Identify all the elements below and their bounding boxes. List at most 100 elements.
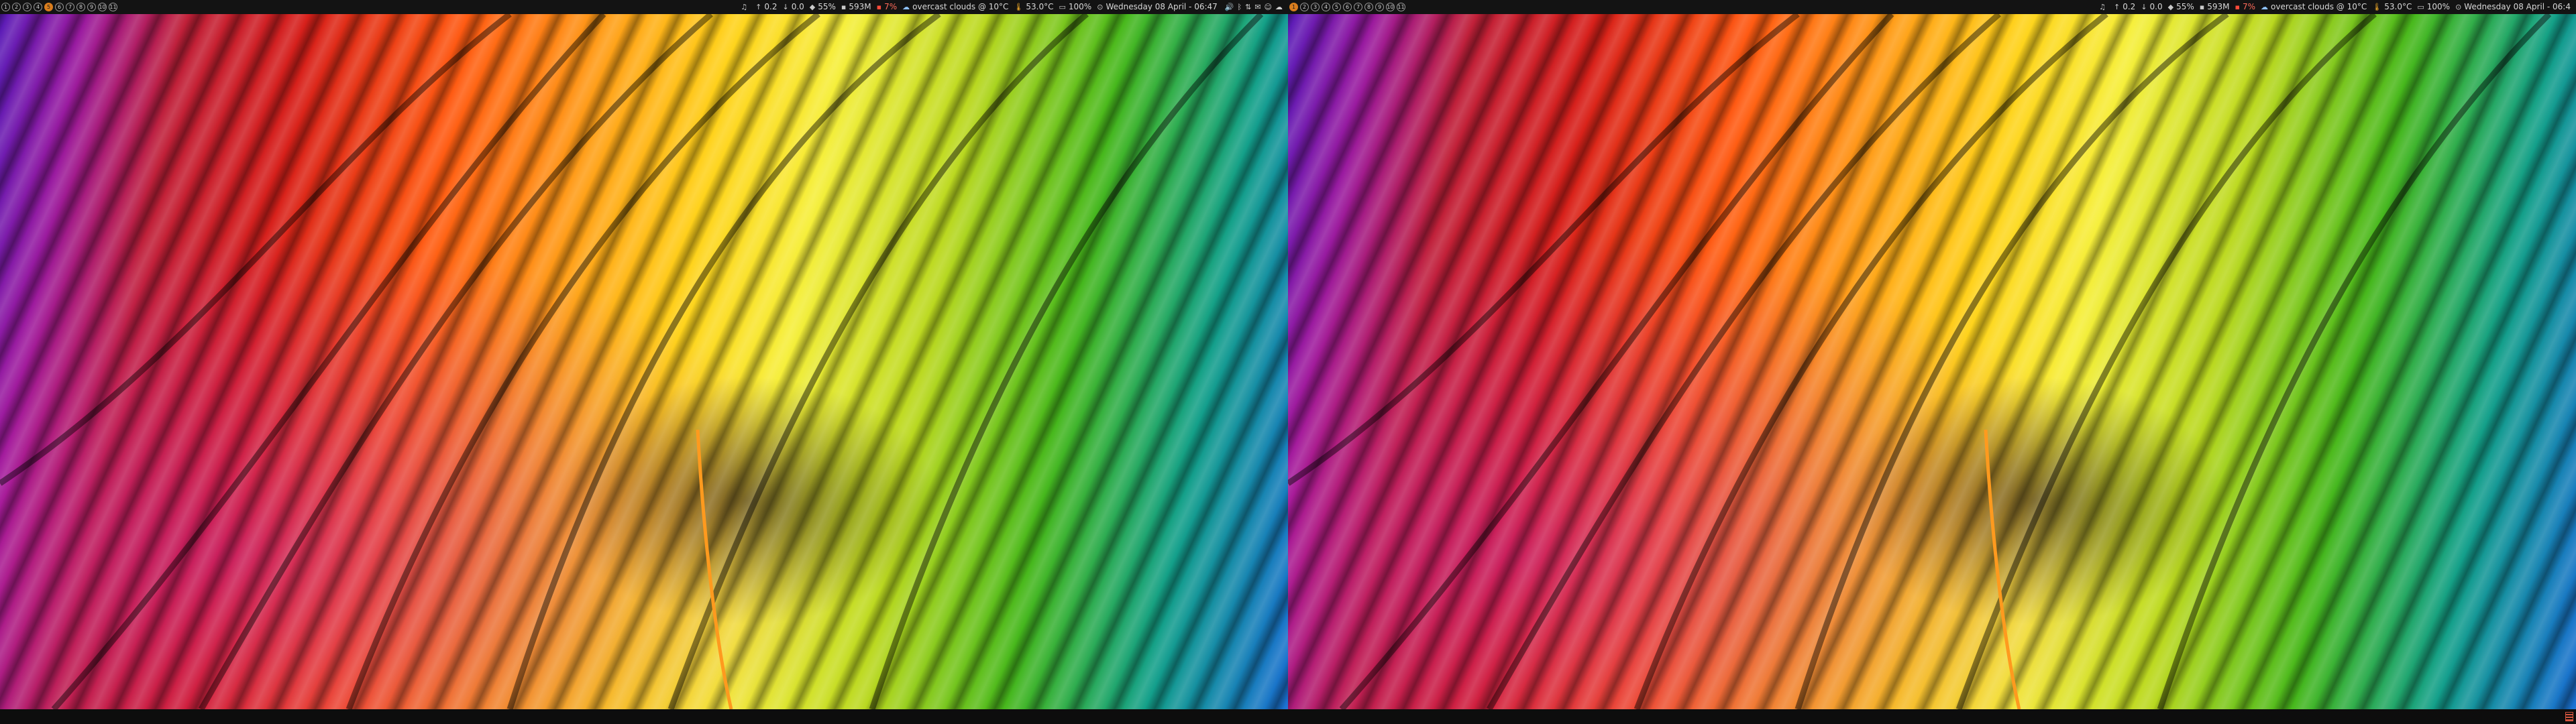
wallpaper-curves (1288, 14, 2552, 709)
status-modules: ♫ ↑ 0.2 ↓ 0.0 ◆ 55% ▪ 593M ▪ 7% ☁ overca… (2094, 0, 2571, 14)
clock-value: Wednesday 08 April - 06:47 (1106, 2, 1218, 11)
cpu-icon: ◆ (809, 3, 816, 11)
workspace-button[interactable]: 2 (12, 3, 21, 11)
volume-icon[interactable]: 🔊 (1225, 0, 1234, 14)
arrow-down-icon: ↓ (782, 3, 789, 11)
status-modules: ♫ ↑ 0.2 ↓ 0.0 ◆ 55% ▪ 593M ▪ 7% ☁ overca… (735, 0, 1283, 14)
temperature-module: 🌡 53.0°C (2372, 0, 2412, 14)
workspace-button[interactable]: 4 (34, 3, 42, 11)
workspace-button[interactable]: 5 (1332, 3, 1341, 11)
music-note-icon: ♫ (2099, 3, 2106, 11)
memory-value: 593M (849, 2, 871, 11)
bottom-taskbar (1288, 709, 2576, 724)
brightness-value: 100% (1068, 2, 1092, 11)
workspace-button[interactable]: 6 (1343, 3, 1352, 11)
workspace-button[interactable]: 9 (87, 3, 96, 11)
weather-value: overcast clouds @ 10°C (2271, 2, 2367, 11)
workspace-button[interactable]: 3 (23, 3, 32, 11)
weather-value: overcast clouds @ 10°C (912, 2, 1009, 11)
music-module[interactable]: ♫ (2099, 0, 2108, 14)
swap-module: ▪ 7% (2235, 0, 2256, 14)
music-note-icon: ♫ (741, 3, 748, 11)
workspace-button[interactable]: 8 (76, 3, 85, 11)
cloud-icon: ☁ (902, 3, 910, 11)
arrow-down-icon: ↓ (2141, 3, 2147, 11)
bottom-taskbar (0, 709, 1288, 724)
top-status-bar: 1 2 3 4 5 6 7 8 9 10 11 ♫ ↑ 0.2 ↓ 0.0 ◆ … (0, 0, 1288, 14)
monitor-right: 1 2 3 4 5 6 7 8 9 10 11 ♫ ↑ 0.2 ↓ 0.0 ◆ … (1288, 0, 2576, 724)
cpu-icon: ◆ (2167, 3, 2174, 11)
brightness-module[interactable]: ▭ 100% (1059, 0, 1092, 14)
cpu-load-value: 55% (2176, 2, 2194, 11)
temperature-value: 53.0°C (1026, 2, 1054, 11)
workspace-button[interactable]: 11 (109, 3, 117, 11)
workspace-button[interactable]: 8 (1364, 3, 1373, 11)
workspace-switcher: 1 2 3 4 5 6 7 8 9 10 11 (1, 0, 119, 14)
workspace-button[interactable]: 10 (1386, 3, 1395, 11)
chat-icon[interactable]: ☺ (1265, 0, 1272, 14)
workspace-switcher: 1 2 3 4 5 6 7 8 9 10 11 (1289, 0, 1407, 14)
workspace-button-active[interactable]: 1 (1289, 3, 1298, 11)
cpu-down-value: 0.0 (2149, 2, 2163, 11)
swap-value: 7% (884, 2, 898, 11)
swap-value: 7% (2242, 2, 2256, 11)
cpu-down-module: ↓ 0.0 (2141, 0, 2162, 14)
cpu-up-module: ↑ 0.2 (2114, 0, 2135, 14)
workspace-button[interactable]: 9 (1375, 3, 1384, 11)
brightness-value: 100% (2426, 2, 2451, 11)
clock-icon: ⊙ (2455, 3, 2462, 11)
weather-module[interactable]: ☁ overcast clouds @ 10°C (902, 0, 1008, 14)
workspace-button[interactable]: 6 (55, 3, 64, 11)
cpu-load-module: ◆ 55% (2168, 0, 2194, 14)
thermometer-icon: 🌡 (2372, 3, 2382, 11)
network-icon[interactable]: ⇅ (1245, 0, 1251, 14)
cloud-icon[interactable]: ☁ (1275, 0, 1283, 14)
monitor-left: 1 2 3 4 5 6 7 8 9 10 11 ♫ ↑ 0.2 ↓ 0.0 ◆ … (0, 0, 1288, 724)
clock-module[interactable]: ⊙ Wednesday 08 April - 06:4 (2455, 0, 2571, 14)
workspace-button[interactable]: 2 (1300, 3, 1309, 11)
cpu-down-value: 0.0 (791, 2, 804, 11)
workspace-button-active[interactable]: 5 (44, 3, 53, 11)
workspace-button[interactable]: 7 (1354, 3, 1362, 11)
system-tray: 🔊 ᛒ ⇅ ✉ ☺ ☁ (1222, 0, 1283, 14)
music-module[interactable]: ♫ (741, 0, 750, 14)
workspace-button[interactable]: 4 (1322, 3, 1330, 11)
cpu-up-module: ↑ 0.2 (755, 0, 777, 14)
weather-module[interactable]: ☁ overcast clouds @ 10°C (2261, 0, 2367, 14)
memory-icon: ▪ (841, 3, 847, 11)
swap-icon: ▪ (2235, 3, 2240, 11)
workspace-button[interactable]: 1 (1, 3, 10, 11)
arrow-up-icon: ↑ (755, 3, 762, 11)
wallpaper-curves (0, 14, 1264, 709)
top-status-bar: 1 2 3 4 5 6 7 8 9 10 11 ♫ ↑ 0.2 ↓ 0.0 ◆ … (1288, 0, 2576, 14)
workspace-button[interactable]: 11 (1397, 3, 1405, 11)
brightness-module[interactable]: ▭ 100% (2417, 0, 2450, 14)
memory-module: ▪ 593M (2200, 0, 2230, 14)
temperature-value: 53.0°C (2384, 2, 2412, 11)
memory-icon: ▪ (2199, 3, 2205, 11)
swap-icon: ▪ (876, 3, 882, 11)
memory-module: ▪ 593M (841, 0, 871, 14)
arrow-up-icon: ↑ (2114, 3, 2121, 11)
layout-indicator-icon[interactable] (2565, 712, 2573, 721)
cpu-load-module: ◆ 55% (810, 0, 836, 14)
bluetooth-icon[interactable]: ᛒ (1237, 0, 1242, 14)
cpu-down-module: ↓ 0.0 (782, 0, 804, 14)
clock-value: Wednesday 08 April - 06:4 (2464, 2, 2571, 11)
brightness-icon: ▭ (1059, 3, 1066, 11)
cpu-up-value: 0.2 (2123, 2, 2136, 11)
brightness-icon: ▭ (2417, 3, 2424, 11)
clock-module[interactable]: ⊙ Wednesday 08 April - 06:47 (1097, 0, 1218, 14)
cpu-up-value: 0.2 (764, 2, 777, 11)
temperature-module: 🌡 53.0°C (1014, 0, 1053, 14)
workspace-button[interactable]: 3 (1311, 3, 1320, 11)
cpu-load-value: 55% (818, 2, 836, 11)
memory-value: 593M (2207, 2, 2230, 11)
thermometer-icon: 🌡 (1014, 3, 1024, 11)
swap-module: ▪ 7% (877, 0, 898, 14)
cloud-icon: ☁ (2261, 3, 2269, 11)
workspace-button[interactable]: 7 (66, 3, 74, 11)
workspace-button[interactable]: 10 (98, 3, 107, 11)
mail-icon[interactable]: ✉ (1254, 0, 1260, 14)
clock-icon: ⊙ (1097, 3, 1104, 11)
